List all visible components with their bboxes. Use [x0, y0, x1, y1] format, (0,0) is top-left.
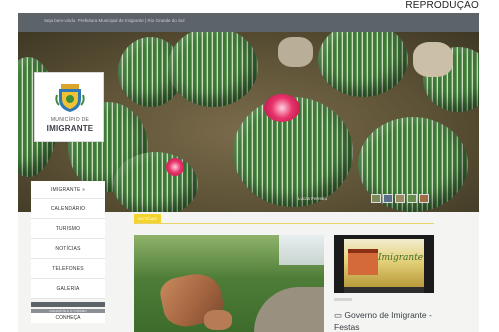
municipality-logo[interactable]: MUNICÍPIO DE IMIGRANTE — [34, 72, 104, 142]
video-script-text: Imigrante — [378, 253, 424, 263]
logo-subtitle: MUNICÍPIO DE — [50, 117, 90, 123]
sidebar-item-noticias[interactable]: NOTÍCIAS — [31, 239, 105, 259]
rock-image — [204, 310, 232, 330]
photo-credit: REPRODUÇÃO — [405, 0, 479, 11]
gallery-thumbnail[interactable] — [371, 194, 381, 203]
logo-title: IMIGRANTE — [46, 124, 94, 133]
sidebar-item-telefones[interactable]: TELEFONES — [31, 259, 105, 279]
video-player[interactable]: Imigrante — [334, 235, 434, 293]
gallery-thumbnail[interactable] — [395, 194, 405, 203]
road-area — [254, 287, 324, 332]
cactus-image — [318, 32, 408, 97]
featured-news-image[interactable] — [134, 235, 324, 332]
gallery-thumbnail[interactable] — [407, 194, 417, 203]
gallery-thumbnail[interactable] — [383, 194, 393, 203]
sidebar-divider — [31, 302, 105, 307]
sidebar-item-turismo[interactable]: TURISMO — [31, 219, 105, 239]
stone-image — [413, 42, 453, 77]
top-bar-text: Seja bem-vindo. Prefeitura Municipal de … — [44, 18, 185, 23]
house-image — [348, 249, 378, 275]
news-title-text: Governo de Imigrante - Festas — [334, 310, 432, 332]
website-page: Seja bem-vindo. Prefeitura Municipal de … — [18, 13, 479, 332]
sidebar-item-calendario[interactable]: CALENDÁRIO — [31, 199, 105, 219]
video-frame: Imigrante — [344, 239, 424, 287]
video-controls[interactable] — [344, 287, 424, 293]
cactus-flower-image — [166, 158, 184, 176]
sidebar-item-galeria[interactable]: GALERIA — [31, 279, 105, 299]
link-arrow-icon: ▭ — [334, 310, 345, 320]
stone-image — [278, 37, 313, 67]
cactus-flower-image — [264, 94, 300, 122]
sidebar-item-conheca[interactable]: CONHEÇA — [31, 313, 105, 323]
gallery-thumbnails — [371, 194, 429, 204]
sky-area — [279, 235, 324, 265]
top-bar: Seja bem-vindo. Prefeitura Municipal de … — [18, 13, 479, 32]
sidebar-item-imigrante[interactable]: IMIGRANTE » — [31, 181, 105, 199]
coat-of-arms-icon — [55, 84, 85, 112]
section-divider — [134, 223, 434, 224]
section-tag: NOTÍCIAS — [134, 214, 161, 223]
cactus-image — [113, 152, 198, 212]
news-title-link[interactable]: ▭ Governo de Imigrante - Festas — [334, 309, 434, 332]
hero-caption: Lucas Ferreira — [298, 196, 328, 201]
video-meta-bar — [334, 298, 352, 301]
gallery-thumbnail[interactable] — [419, 194, 429, 203]
cactus-image — [168, 32, 258, 107]
sidebar-menu: IMIGRANTE » CALENDÁRIO TURISMO NOTÍCIAS … — [31, 181, 105, 323]
